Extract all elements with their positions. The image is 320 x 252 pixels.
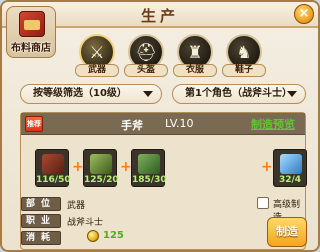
staff-material-icon bbox=[90, 154, 112, 174]
material-slot[interactable]: 116/50 bbox=[35, 149, 71, 187]
category-boots-label: 鞋子 bbox=[222, 64, 266, 77]
cloth-material-icon bbox=[138, 154, 160, 174]
craft-preview-link[interactable]: 制造预览 bbox=[251, 116, 295, 132]
craft-button[interactable]: 制造 bbox=[267, 217, 307, 247]
chevron-down-icon bbox=[287, 91, 297, 97]
category-helmet-label: 头盔 bbox=[124, 64, 168, 77]
plus-icon: + bbox=[261, 159, 273, 175]
extra-material-slot[interactable]: 32/4 bbox=[273, 149, 307, 187]
fabric-shop-button[interactable]: 布料商店 bbox=[6, 6, 56, 58]
category-weapon[interactable]: ⚔ 武器 bbox=[75, 34, 119, 77]
plus-icon: + bbox=[120, 159, 132, 175]
material-count: 125/20 bbox=[84, 175, 119, 185]
detail-value-slot: 武器 bbox=[67, 201, 86, 211]
advanced-craft-checkbox[interactable] bbox=[257, 197, 269, 209]
fabric-shop-icon bbox=[19, 11, 45, 37]
recommend-badge: 推荐 bbox=[25, 116, 43, 132]
plus-icon: + bbox=[72, 159, 84, 175]
item-name: 手斧 bbox=[121, 119, 143, 132]
role-filter-value: 第1个角色（战斧斗士） bbox=[185, 88, 292, 99]
extra-material-count: 32/4 bbox=[278, 175, 302, 185]
category-armor[interactable]: ♜ 衣服 bbox=[173, 34, 217, 77]
armor-icon: ♜ bbox=[187, 43, 203, 63]
fabric-shop-label: 布料商店 bbox=[11, 43, 51, 54]
sword-icon: ⚔ bbox=[89, 43, 105, 63]
production-window: 生产 × 布料商店 ⚔ 武器 ⛑ 头盔 ♜ 衣服 ♞ 鞋子 按等级筛选（10级）… bbox=[0, 0, 320, 252]
gold-coin-icon bbox=[87, 230, 99, 242]
material-count: 185/30 bbox=[132, 175, 167, 185]
category-boots[interactable]: ♞ 鞋子 bbox=[222, 34, 266, 77]
chevron-down-icon bbox=[143, 91, 153, 97]
detail-key-class: 职业 bbox=[21, 214, 61, 228]
detail-key-cost: 消耗 bbox=[21, 231, 61, 245]
level-filter-value: 按等级筛选（10级） bbox=[33, 88, 127, 99]
boots-icon: ♞ bbox=[236, 43, 252, 63]
category-weapon-label: 武器 bbox=[75, 64, 119, 77]
ore-material-icon bbox=[42, 154, 64, 174]
detail-key-slot: 部位 bbox=[21, 197, 61, 211]
material-slot[interactable]: 185/30 bbox=[131, 149, 167, 187]
helmet-icon: ⛑ bbox=[135, 43, 157, 63]
material-slot[interactable]: 125/20 bbox=[83, 149, 119, 187]
detail-value-cost: 125 bbox=[103, 230, 124, 241]
close-button[interactable]: × bbox=[294, 4, 314, 24]
role-filter-dropdown[interactable]: 第1个角色（战斧斗士） bbox=[172, 84, 306, 104]
item-level: LV.10 bbox=[165, 117, 194, 130]
material-count: 116/50 bbox=[36, 175, 71, 185]
crystal-material-icon bbox=[280, 154, 302, 174]
category-armor-label: 衣服 bbox=[173, 64, 217, 77]
craft-item-panel: 推荐 手斧 LV.10 制造预览 116/50 + 125/20 + 185/3… bbox=[20, 112, 307, 250]
craft-item-header: 推荐 手斧 LV.10 制造预览 bbox=[21, 113, 305, 135]
level-filter-dropdown[interactable]: 按等级筛选（10级） bbox=[20, 84, 162, 104]
category-helmet[interactable]: ⛑ 头盔 bbox=[124, 34, 168, 77]
detail-value-class: 战斧斗士 bbox=[67, 218, 104, 228]
